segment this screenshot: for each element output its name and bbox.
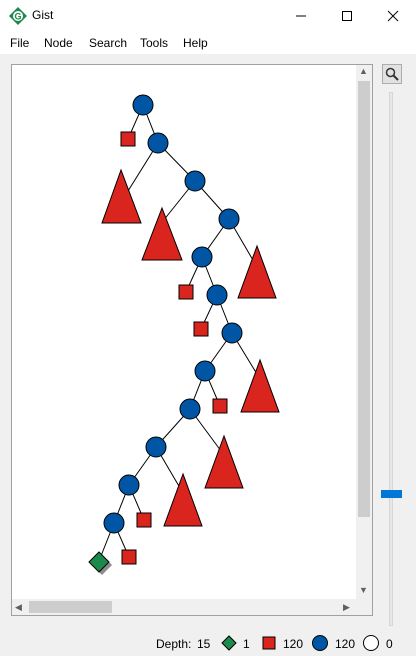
failed-subtree[interactable] — [240, 358, 280, 413]
choice-count: 120 — [335, 637, 356, 651]
solved-count: 1 — [243, 637, 250, 651]
choice-circle-icon — [312, 635, 328, 651]
gist-logo-icon: G — [9, 7, 27, 25]
depth-value: 15 — [197, 637, 211, 651]
close-button[interactable] — [370, 0, 416, 32]
scrollbar-corner — [356, 599, 372, 615]
failed-subtree[interactable] — [204, 434, 244, 489]
depth-label: Depth: — [156, 637, 192, 651]
menu-help[interactable]: Help — [183, 36, 208, 50]
horizontal-scrollbar[interactable]: ◀ ▶ — [12, 599, 356, 615]
failed-subtree[interactable] — [237, 244, 277, 299]
vertical-scroll-thumb[interactable] — [358, 81, 370, 517]
search-tree-canvas[interactable]: ▲ ▼ ◀ ▶ — [11, 64, 373, 616]
status-bar: Depth: 15 1 120 120 0 — [0, 630, 416, 656]
menu-file[interactable]: File — [10, 36, 29, 50]
choice-node[interactable] — [218, 208, 240, 230]
choice-node[interactable] — [221, 322, 243, 344]
scroll-right-arrow-icon[interactable]: ▶ — [343, 602, 350, 613]
zoom-slider-track[interactable] — [389, 92, 393, 626]
solved-leaf[interactable] — [88, 551, 112, 575]
solved-diamond-icon — [221, 635, 237, 651]
magnifier-icon — [385, 67, 399, 81]
failed-subtree[interactable] — [141, 206, 183, 261]
choice-node[interactable] — [191, 246, 213, 268]
zoom-slider-thumb[interactable] — [381, 490, 402, 498]
maximize-icon — [342, 11, 352, 21]
open-circle-icon — [363, 635, 379, 651]
failed-subtree[interactable] — [163, 472, 203, 527]
failed-node[interactable] — [212, 398, 228, 414]
maximize-button[interactable] — [324, 0, 370, 32]
choice-node[interactable] — [184, 170, 206, 192]
failed-node[interactable] — [136, 512, 152, 528]
menu-bar: File Node Search Tools Help — [0, 32, 416, 54]
choice-node[interactable] — [132, 94, 154, 116]
menu-search[interactable]: Search — [89, 36, 127, 50]
failed-node[interactable] — [178, 284, 194, 300]
zoom-to-fit-button[interactable] — [382, 64, 402, 84]
failed-node[interactable] — [120, 131, 136, 147]
vertical-scrollbar[interactable]: ▲ ▼ — [356, 65, 372, 599]
choice-node[interactable] — [194, 360, 216, 382]
svg-text:G: G — [14, 12, 21, 22]
menu-tools[interactable]: Tools — [140, 36, 168, 50]
choice-node[interactable] — [206, 284, 228, 306]
menu-node[interactable]: Node — [44, 36, 73, 50]
choice-node[interactable] — [147, 132, 169, 154]
failed-square-icon — [262, 636, 276, 650]
choice-node[interactable] — [179, 398, 201, 420]
choice-node[interactable] — [145, 436, 167, 458]
failed-count: 120 — [283, 637, 304, 651]
choice-node[interactable] — [118, 474, 140, 496]
horizontal-scroll-thumb[interactable] — [29, 601, 112, 613]
scroll-left-arrow-icon[interactable]: ◀ — [15, 602, 22, 613]
scroll-up-arrow-icon[interactable]: ▲ — [359, 66, 368, 76]
search-tree[interactable] — [12, 65, 356, 599]
minimize-button[interactable] — [278, 0, 324, 32]
failed-subtree[interactable] — [101, 168, 142, 224]
failed-node[interactable] — [121, 549, 137, 565]
failed-node[interactable] — [193, 321, 209, 337]
title-bar: G Gist — [0, 0, 416, 33]
close-icon — [387, 10, 399, 22]
minimize-icon — [296, 15, 306, 17]
window-title: Gist — [32, 8, 54, 22]
failed-subtrees — [101, 168, 280, 527]
scroll-down-arrow-icon[interactable]: ▼ — [359, 585, 368, 595]
open-count: 0 — [386, 637, 393, 651]
choice-node[interactable] — [103, 512, 125, 534]
